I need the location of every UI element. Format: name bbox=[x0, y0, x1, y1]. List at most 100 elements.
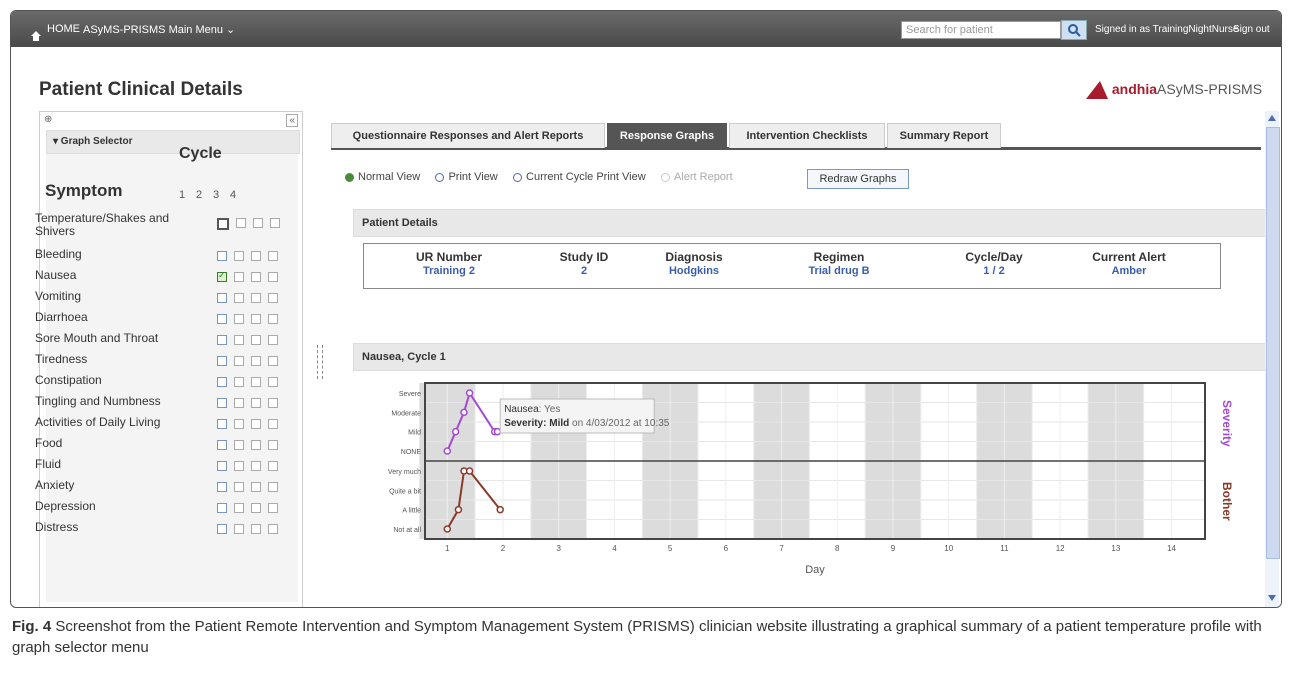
cycle-1-checkbox[interactable] bbox=[217, 524, 227, 534]
tab-intervention-checklists[interactable]: Intervention Checklists bbox=[729, 123, 885, 148]
cycle-1-checkbox[interactable] bbox=[217, 251, 227, 261]
pin-icon[interactable]: ⊕ bbox=[44, 114, 52, 125]
cycle-1-checkbox[interactable] bbox=[217, 440, 227, 450]
cycle-3-checkbox[interactable] bbox=[251, 272, 261, 282]
cycle-1-checkbox[interactable] bbox=[217, 270, 227, 282]
cycle-2-checkbox[interactable] bbox=[234, 377, 244, 387]
cycle-4-checkbox[interactable] bbox=[268, 272, 278, 282]
cycle-heading: Cycle bbox=[179, 145, 222, 162]
cycle-4-checkbox[interactable] bbox=[268, 482, 278, 492]
search-button[interactable] bbox=[1061, 20, 1087, 40]
cycle-4-checkbox[interactable] bbox=[268, 251, 278, 261]
cycle-2-checkbox[interactable] bbox=[234, 335, 244, 345]
severity-tick-label: Severe bbox=[399, 391, 421, 398]
cycle-3-checkbox[interactable] bbox=[251, 314, 261, 324]
normal-view-radio[interactable]: Normal View bbox=[345, 171, 420, 183]
scroll-up-icon[interactable] bbox=[1268, 115, 1276, 121]
cycle-4-checkbox[interactable] bbox=[268, 377, 278, 387]
cycle-3-checkbox[interactable] bbox=[251, 335, 261, 345]
tooltip-label: Severity bbox=[504, 418, 543, 429]
main-menu-dropdown[interactable]: ASyMS-PRISMS Main Menu ⌄ bbox=[83, 23, 235, 36]
sign-out-link[interactable]: Sign out bbox=[1233, 24, 1270, 35]
home-icon[interactable] bbox=[31, 31, 41, 41]
scroll-down-icon[interactable] bbox=[1268, 595, 1276, 601]
cycle-number: 4 bbox=[230, 189, 237, 201]
figure-label: Fig. 4 bbox=[12, 618, 52, 635]
cycle-4-checkbox[interactable] bbox=[268, 398, 278, 408]
tab-response-graphs[interactable]: Response Graphs bbox=[607, 123, 727, 148]
cycle-2-checkbox[interactable] bbox=[234, 419, 244, 429]
field-value: Trial drug B bbox=[808, 265, 870, 277]
cycle-4-checkbox[interactable] bbox=[270, 218, 280, 228]
cycle-checkboxes bbox=[217, 251, 285, 265]
cycle-1-checkbox[interactable] bbox=[217, 419, 227, 429]
cycle-3-checkbox[interactable] bbox=[251, 293, 261, 303]
vertical-scrollbar[interactable] bbox=[1265, 111, 1280, 607]
scrollbar-thumb[interactable] bbox=[1266, 127, 1280, 559]
cycle-3-checkbox[interactable] bbox=[251, 503, 261, 513]
cycle-4-checkbox[interactable] bbox=[268, 314, 278, 324]
cycle-4-checkbox[interactable] bbox=[268, 440, 278, 450]
cycle-1-checkbox[interactable] bbox=[217, 218, 229, 230]
tooltip-value: on 4/03/2012 at 10:35 bbox=[569, 418, 670, 429]
cycle-2-checkbox[interactable] bbox=[234, 314, 244, 324]
graph-selector-header[interactable]: ▾ Graph Selector bbox=[46, 130, 300, 154]
cycle-1-checkbox[interactable] bbox=[217, 377, 227, 387]
cycle-3-checkbox[interactable] bbox=[251, 482, 261, 492]
cycle-2-checkbox[interactable] bbox=[234, 482, 244, 492]
cycle-3-checkbox[interactable] bbox=[251, 440, 261, 450]
cycle-3-checkbox[interactable] bbox=[251, 356, 261, 366]
cycle-1-checkbox[interactable] bbox=[217, 482, 227, 492]
cycle-1-checkbox[interactable] bbox=[217, 503, 227, 513]
bother-tick-label: A little bbox=[402, 508, 421, 515]
cycle-1-checkbox[interactable] bbox=[217, 398, 227, 408]
cycle-2-checkbox[interactable] bbox=[234, 356, 244, 366]
symptom-row: Anxiety bbox=[35, 476, 295, 497]
nav-home-link[interactable]: HOME bbox=[47, 23, 80, 35]
field-label: Regimen bbox=[813, 250, 865, 264]
redraw-graphs-button[interactable]: Redraw Graphs bbox=[807, 169, 909, 189]
cycle-4-checkbox[interactable] bbox=[268, 461, 278, 471]
search-input[interactable]: Search for patient bbox=[901, 21, 1061, 39]
panel-resize-handle[interactable] bbox=[317, 345, 323, 379]
x-tick-label: 9 bbox=[891, 544, 896, 553]
current-cycle-print-view-radio[interactable]: Current Cycle Print View bbox=[513, 171, 646, 183]
tab-questionnaire-responses-and-alert-reports[interactable]: Questionnaire Responses and Alert Report… bbox=[331, 123, 605, 148]
tab-summary-report[interactable]: Summary Report bbox=[887, 123, 1001, 148]
cycle-4-checkbox[interactable] bbox=[268, 335, 278, 345]
cycle-1-checkbox[interactable] bbox=[217, 314, 227, 324]
cycle-4-checkbox[interactable] bbox=[268, 293, 278, 303]
cycle-1-checkbox[interactable] bbox=[217, 293, 227, 303]
cycle-3-checkbox[interactable] bbox=[251, 398, 261, 408]
cycle-1-checkbox[interactable] bbox=[217, 335, 227, 345]
print-view-radio[interactable]: Print View bbox=[435, 171, 498, 183]
cycle-1-checkbox[interactable] bbox=[217, 356, 227, 366]
cycle-2-checkbox[interactable] bbox=[234, 398, 244, 408]
cycle-3-checkbox[interactable] bbox=[253, 218, 263, 228]
cycle-3-checkbox[interactable] bbox=[251, 377, 261, 387]
cycle-2-checkbox[interactable] bbox=[236, 218, 246, 228]
cycle-4-checkbox[interactable] bbox=[268, 356, 278, 366]
symptom-row: Tiredness bbox=[35, 350, 295, 371]
cycle-3-checkbox[interactable] bbox=[251, 419, 261, 429]
cycle-2-checkbox[interactable] bbox=[234, 440, 244, 450]
symptom-label: Food bbox=[35, 436, 63, 450]
cycle-4-checkbox[interactable] bbox=[268, 524, 278, 534]
cycle-2-checkbox[interactable] bbox=[234, 461, 244, 471]
cycle-2-checkbox[interactable] bbox=[234, 272, 244, 282]
bother-axis-label: Bother bbox=[1220, 482, 1234, 521]
cycle-4-checkbox[interactable] bbox=[268, 503, 278, 513]
cycle-2-checkbox[interactable] bbox=[234, 503, 244, 513]
cycle-2-checkbox[interactable] bbox=[234, 524, 244, 534]
cycle-3-checkbox[interactable] bbox=[251, 524, 261, 534]
cycle-2-checkbox[interactable] bbox=[234, 293, 244, 303]
bother-point bbox=[496, 505, 504, 514]
symptom-row: Sore Mouth and Throat bbox=[35, 329, 295, 350]
cycle-1-checkbox[interactable] bbox=[217, 461, 227, 471]
cycle-3-checkbox[interactable] bbox=[251, 251, 261, 261]
cycle-checkboxes bbox=[217, 440, 285, 454]
cycle-2-checkbox[interactable] bbox=[234, 251, 244, 261]
cycle-3-checkbox[interactable] bbox=[251, 461, 261, 471]
collapse-panel-button[interactable]: « bbox=[286, 114, 298, 127]
cycle-4-checkbox[interactable] bbox=[268, 419, 278, 429]
